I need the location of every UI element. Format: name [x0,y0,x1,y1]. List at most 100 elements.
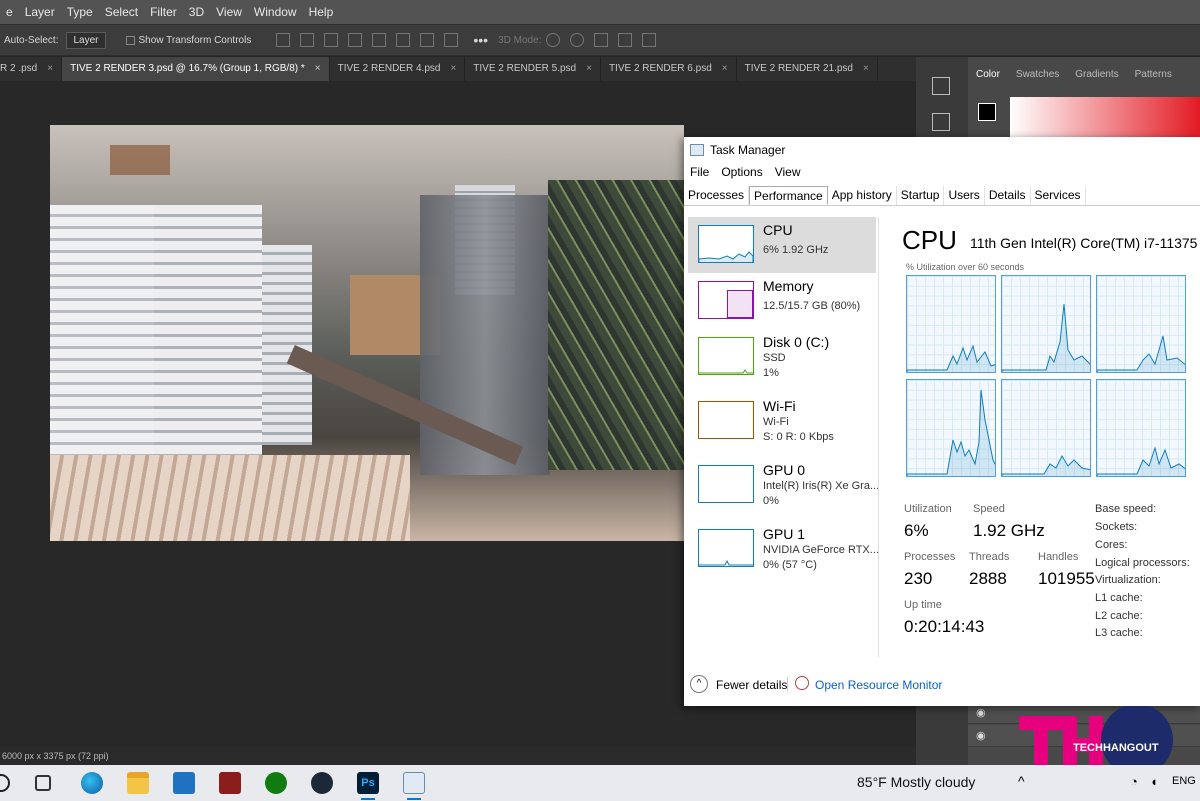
transform-controls-checkbox[interactable] [125,35,135,45]
align-center-icon[interactable] [300,33,315,47]
close-icon[interactable]: × [315,63,321,74]
3d-camera-icon[interactable] [642,33,657,47]
doc-tab-render-2[interactable]: R 2 .psd × [0,57,63,81]
doc-tab-render-4[interactable]: TIVE 2 RENDER 4.psd × [330,57,466,81]
menu-type[interactable]: Type [61,5,99,19]
align-middle-icon[interactable] [396,33,411,47]
threads-label: Threads [969,551,1010,563]
sidebar-item-memory[interactable]: Memory 12.5/15.7 GB (80%) [688,273,876,329]
3d-slide-icon[interactable] [618,33,633,47]
align-left-icon[interactable] [276,33,291,47]
open-resource-monitor-link[interactable]: Open Resource Monitor [815,678,942,692]
tab-users[interactable]: Users [944,186,985,205]
task-manager-icon[interactable] [403,772,425,794]
tab-gradients[interactable]: Gradients [1067,65,1126,89]
align-right-icon[interactable] [324,33,339,47]
sidebar-sublabel: SSD [763,352,786,364]
visibility-eye-icon[interactable]: ◉ [976,706,986,719]
edge-icon[interactable] [81,772,103,794]
task-manager-titlebar[interactable]: Task Manager [684,137,1200,163]
menu-3d[interactable]: 3D [183,5,210,19]
tab-processes[interactable]: Processes [684,186,750,205]
document-canvas[interactable] [50,125,684,541]
sidebar-item-wifi[interactable]: Wi-Fi Wi-Fi S: 0 R: 0 Kbps [688,393,876,449]
core-graph [906,275,996,373]
status-bar: 6000 px x 3375 px (72 ppi) [0,747,916,765]
building-crane [110,145,170,175]
xbox-icon[interactable] [265,772,287,794]
auto-select-dropdown[interactable]: Layer [66,31,106,49]
close-icon[interactable]: × [722,63,728,74]
tab-services[interactable]: Services [1031,186,1086,205]
wifi-icon[interactable]: ◔ [1130,774,1138,789]
language-indicator[interactable]: ENG [1172,775,1196,787]
close-icon[interactable]: × [863,63,869,74]
distribute-icon[interactable] [348,33,363,47]
properties-icon[interactable] [932,113,950,131]
menu-view[interactable]: View [210,5,248,19]
align-top-icon[interactable] [372,33,387,47]
chevron-up-icon[interactable]: ^ [690,675,708,693]
volume-icon[interactable]: ◖ [1150,774,1158,789]
task-manager-tabs: Processes Performance App history Startu… [684,186,1200,206]
distribute-vertical-icon[interactable] [444,33,459,47]
3d-roll-icon[interactable] [570,33,585,47]
tab-startup[interactable]: Startup [897,186,945,205]
menu-view[interactable]: View [769,165,807,183]
tab-performance[interactable]: Performance [749,186,828,205]
align-bottom-icon[interactable] [420,33,435,47]
fewer-details-button[interactable]: Fewer details [716,678,787,692]
auto-select-label: Auto-Select: [4,34,59,46]
close-icon[interactable]: × [586,63,592,74]
menu-help[interactable]: Help [303,5,340,19]
3d-pan-icon[interactable] [594,33,609,47]
wifi-mini-graph [698,401,754,439]
steam-icon[interactable] [311,772,333,794]
building-mid-white [262,245,312,445]
core-graph [1096,275,1186,373]
photoshop-icon[interactable]: Ps [357,772,379,794]
search-icon[interactable] [0,774,10,792]
weather-widget[interactable]: 85°F Mostly cloudy [857,774,975,790]
threads-value: 2888 [969,569,1007,588]
chevron-up-icon[interactable]: ^ [1018,773,1025,789]
menu-filter[interactable]: Filter [144,5,183,19]
pane-divider[interactable] [878,217,879,657]
color-spectrum[interactable] [1010,97,1200,137]
tab-swatches[interactable]: Swatches [1008,65,1067,89]
app-icon[interactable] [219,772,241,794]
sidebar-sublabel: Intel(R) Iris(R) Xe Gra... [763,480,880,492]
tab-details[interactable]: Details [985,186,1031,205]
3d-orbit-icon[interactable] [546,33,561,47]
uptime-label: Up time [904,599,942,611]
doc-tab-render-5[interactable]: TIVE 2 RENDER 5.psd × [465,57,601,81]
close-icon[interactable]: × [47,63,53,74]
tab-color[interactable]: Color [968,65,1008,89]
mail-icon[interactable] [173,772,195,794]
options-bar: Auto-Select: Layer Show Transform Contro… [0,24,1200,56]
doc-tab-render-6[interactable]: TIVE 2 RENDER 6.psd × [601,57,737,81]
menu-file[interactable]: File [684,165,715,183]
tab-patterns[interactable]: Patterns [1127,65,1180,89]
menu-options[interactable]: Options [715,165,768,183]
menu-layer[interactable]: Layer [19,5,61,19]
utilization-value: 6% [904,521,929,540]
menu-edit[interactable]: e [0,5,19,19]
more-options-icon[interactable]: ••• [473,32,488,48]
doc-tab-render-3[interactable]: TIVE 2 RENDER 3.psd @ 16.7% (Group 1, RG… [62,57,330,81]
task-view-icon[interactable] [35,775,51,791]
spec-base-speed: Base speed: [1095,503,1157,515]
tab-app-history[interactable]: App history [828,186,897,205]
file-explorer-icon[interactable] [127,772,149,794]
sidebar-item-gpu-0[interactable]: GPU 0 Intel(R) Iris(R) Xe Gra... 0% [688,457,880,513]
close-icon[interactable]: × [450,63,456,74]
doc-tab-render-21[interactable]: TIVE 2 RENDER 21.psd × [737,57,878,81]
visibility-eye-icon[interactable]: ◉ [976,729,986,742]
menu-window[interactable]: Window [248,5,303,19]
history-icon[interactable] [932,77,950,95]
sidebar-item-gpu-1[interactable]: GPU 1 NVIDIA GeForce RTX... 0% (57 °C) [688,521,879,577]
sidebar-item-disk[interactable]: Disk 0 (C:) SSD 1% [688,329,876,385]
foreground-color-swatch[interactable] [978,103,996,121]
sidebar-item-cpu[interactable]: CPU 6% 1.92 GHz [688,217,876,273]
menu-select[interactable]: Select [99,5,144,19]
